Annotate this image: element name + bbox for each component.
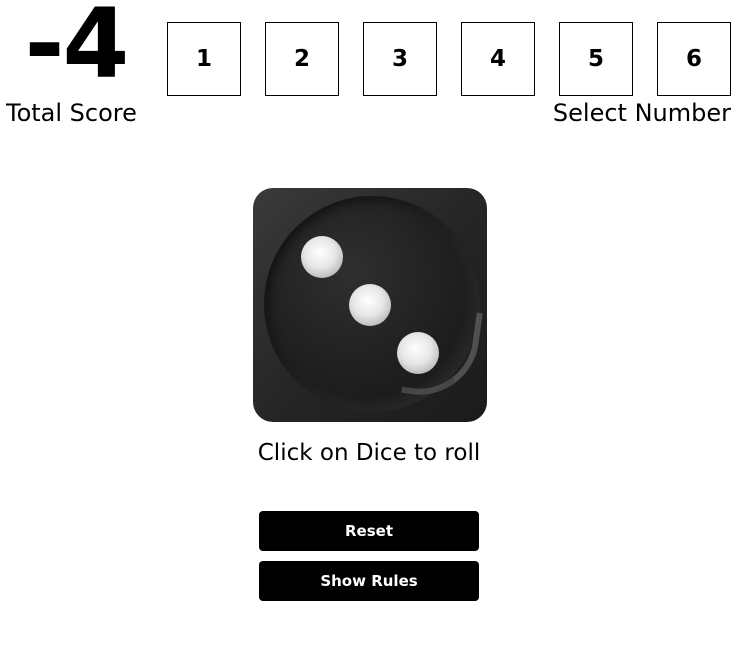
dice-pip [349,284,391,326]
reset-button[interactable]: Reset [259,511,479,551]
select-number-label: Select Number [552,99,731,127]
dice[interactable] [253,188,487,422]
total-score-label: Total Score [6,99,137,127]
number-option-2[interactable]: 2 [265,22,339,96]
number-option-6[interactable]: 6 [657,22,731,96]
number-option-4[interactable]: 4 [461,22,535,96]
number-option-5[interactable]: 5 [559,22,633,96]
dice-pip [301,236,343,278]
show-rules-button[interactable]: Show Rules [259,561,479,601]
dice-roll-hint: Click on Dice to roll [257,440,481,466]
total-score-block: -4 Total Score [6,0,146,127]
dice-pip [397,332,439,374]
number-option-1[interactable]: 1 [167,22,241,96]
number-option-3[interactable]: 3 [363,22,437,96]
total-score-value: -4 [24,0,130,100]
number-selector: 1 2 3 4 5 6 [167,22,731,96]
game-stage: -4 Total Score 1 2 3 4 5 6 Select Number… [0,0,738,667]
